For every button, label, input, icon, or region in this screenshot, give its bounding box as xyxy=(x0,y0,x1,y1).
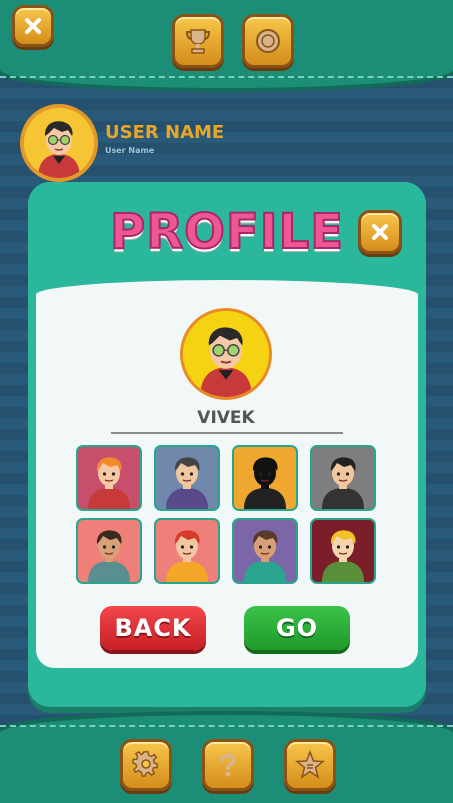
name-underline xyxy=(111,432,343,434)
avatar-option-7[interactable] xyxy=(232,518,298,584)
user-avatar-image xyxy=(24,108,94,178)
user-bar: USER NAME User Name xyxy=(20,104,280,182)
gear-icon xyxy=(132,751,158,777)
avatar-option-image xyxy=(166,530,208,582)
avatar-option-image xyxy=(322,457,364,509)
profile-panel: PROFILE VIVEK BACK GO xyxy=(28,182,426,707)
close-icon xyxy=(372,224,388,240)
avatar-option-5[interactable] xyxy=(76,518,142,584)
trophy-button[interactable] xyxy=(172,14,224,68)
avatar-option-6[interactable] xyxy=(154,518,220,584)
back-button[interactable]: BACK xyxy=(100,606,206,650)
go-button[interactable]: GO xyxy=(244,606,350,650)
avatar[interactable] xyxy=(20,104,98,182)
player-name: VIVEK xyxy=(197,408,255,428)
coin-button[interactable] xyxy=(242,14,294,68)
top-bar xyxy=(0,0,453,88)
user-name-subtitle: User Name xyxy=(105,146,155,155)
panel-header: PROFILE xyxy=(28,182,426,282)
avatar-option-3[interactable] xyxy=(232,445,298,511)
avatar-option-2[interactable] xyxy=(154,445,220,511)
close-icon xyxy=(25,18,41,34)
question-icon xyxy=(220,753,237,777)
rate-button[interactable] xyxy=(284,739,336,791)
avatar-option-image xyxy=(244,530,286,582)
stitch-line xyxy=(0,725,453,727)
user-name-label: USER NAME xyxy=(105,122,225,143)
avatar-option-8[interactable] xyxy=(310,518,376,584)
avatar-option-image xyxy=(88,457,130,509)
avatar-option-image xyxy=(88,530,130,582)
panel-close-button[interactable] xyxy=(358,210,402,254)
selected-avatar-image xyxy=(183,311,269,397)
trophy-icon xyxy=(185,29,211,54)
avatar-option-4[interactable] xyxy=(310,445,376,511)
avatar-option-image xyxy=(244,457,286,509)
close-button[interactable] xyxy=(12,5,54,47)
coin-icon xyxy=(256,29,280,53)
help-button[interactable] xyxy=(202,739,254,791)
selected-avatar xyxy=(180,308,272,400)
avatar-option-image xyxy=(166,457,208,509)
star-icon xyxy=(295,750,325,779)
settings-button[interactable] xyxy=(120,739,172,791)
avatar-option-image xyxy=(322,530,364,582)
avatar-option-1[interactable] xyxy=(76,445,142,511)
stitch-line xyxy=(0,76,453,78)
